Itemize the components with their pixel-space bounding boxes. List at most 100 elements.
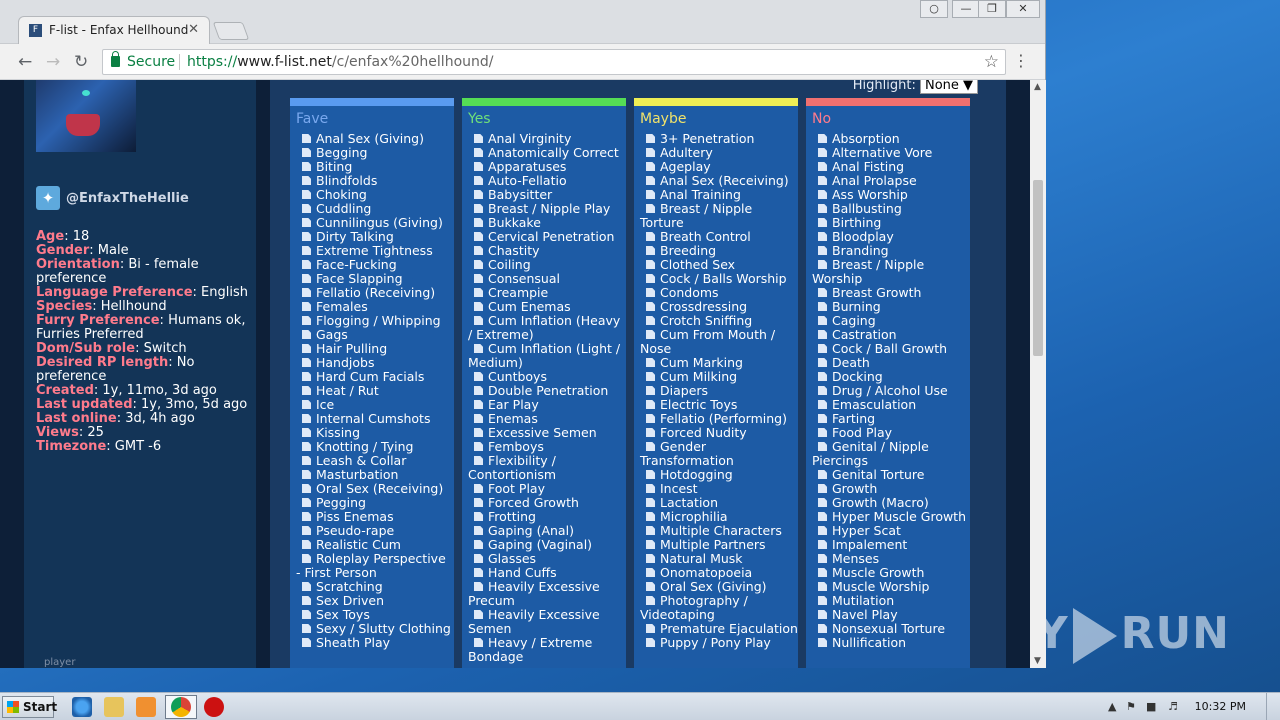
- kink-item[interactable]: Genital / Nipple Piercings: [806, 440, 970, 468]
- kink-item[interactable]: Piss Enemas: [290, 510, 454, 524]
- kink-item[interactable]: Muscle Worship: [806, 580, 970, 594]
- kink-item[interactable]: Microphilia: [634, 510, 798, 524]
- kink-item[interactable]: Heavily Excessive Precum: [462, 580, 626, 608]
- kink-item[interactable]: Hotdogging: [634, 468, 798, 482]
- kink-item[interactable]: Knotting / Tying: [290, 440, 454, 454]
- kink-item[interactable]: Alternative Vore: [806, 146, 970, 160]
- kink-item[interactable]: Cum From Mouth / Nose: [634, 328, 798, 356]
- media-player-icon[interactable]: [136, 697, 156, 717]
- close-window-button[interactable]: ✕: [1006, 0, 1040, 18]
- kink-item[interactable]: Glasses: [462, 552, 626, 566]
- kink-item[interactable]: Bloodplay: [806, 230, 970, 244]
- kink-item[interactable]: Flogging / Whipping: [290, 314, 454, 328]
- kink-item[interactable]: Multiple Partners: [634, 538, 798, 552]
- kink-item[interactable]: Castration: [806, 328, 970, 342]
- kink-item[interactable]: Breeding: [634, 244, 798, 258]
- kink-item[interactable]: Mutilation: [806, 594, 970, 608]
- kink-item[interactable]: Gaping (Anal): [462, 524, 626, 538]
- kink-item[interactable]: Birthing: [806, 216, 970, 230]
- kink-item[interactable]: Hand Cuffs: [462, 566, 626, 580]
- kink-item[interactable]: Hard Cum Facials: [290, 370, 454, 384]
- kink-item[interactable]: Femboys: [462, 440, 626, 454]
- kink-item[interactable]: Babysitter: [462, 188, 626, 202]
- kink-item[interactable]: Nullification: [806, 636, 970, 650]
- twitter-handle[interactable]: @EnfaxTheHellie: [66, 191, 189, 206]
- kink-item[interactable]: Begging: [290, 146, 454, 160]
- kink-item[interactable]: Gender Transformation: [634, 440, 798, 468]
- kink-item[interactable]: Menses: [806, 552, 970, 566]
- kink-item[interactable]: Pseudo-rape: [290, 524, 454, 538]
- kink-item[interactable]: Ass Worship: [806, 188, 970, 202]
- kink-item[interactable]: Adultery: [634, 146, 798, 160]
- kink-item[interactable]: Breast / Nipple Torture: [634, 202, 798, 230]
- kink-item[interactable]: Chastity: [462, 244, 626, 258]
- kink-item[interactable]: Heavy / Extreme Bondage: [462, 636, 626, 664]
- kink-item[interactable]: Frotting: [462, 510, 626, 524]
- kink-item[interactable]: Cervical Penetration: [462, 230, 626, 244]
- kink-item[interactable]: Face Slapping: [290, 272, 454, 286]
- kink-item[interactable]: Drug / Alcohol Use: [806, 384, 970, 398]
- scroll-up-icon[interactable]: ▲: [1034, 82, 1041, 92]
- kink-item[interactable]: Ear Play: [462, 398, 626, 412]
- kink-item[interactable]: Forced Growth: [462, 496, 626, 510]
- kink-item[interactable]: Cuddling: [290, 202, 454, 216]
- kink-item[interactable]: Oral Sex (Receiving): [290, 482, 454, 496]
- file-explorer-icon[interactable]: [104, 697, 124, 717]
- flag-icon[interactable]: ⚑: [1126, 700, 1138, 713]
- kink-item[interactable]: Consensual: [462, 272, 626, 286]
- kink-item[interactable]: Females: [290, 300, 454, 314]
- kink-item[interactable]: Extreme Tightness: [290, 244, 454, 258]
- volume-icon[interactable]: ♬: [1168, 700, 1180, 713]
- kink-item[interactable]: Coiling: [462, 258, 626, 272]
- kink-item[interactable]: Anal Sex (Giving): [290, 132, 454, 146]
- kink-item[interactable]: Anal Training: [634, 188, 798, 202]
- bookmark-star-icon[interactable]: ☆: [984, 50, 999, 74]
- scroll-thumb[interactable]: [1033, 180, 1043, 356]
- kink-item[interactable]: Death: [806, 356, 970, 370]
- clock[interactable]: 10:32 PM: [1195, 700, 1246, 713]
- kink-item[interactable]: Scratching: [290, 580, 454, 594]
- twitter-link[interactable]: ✦ @EnfaxTheHellie: [36, 186, 189, 210]
- kink-item[interactable]: Impalement: [806, 538, 970, 552]
- kink-item[interactable]: Cunnilingus (Giving): [290, 216, 454, 230]
- back-arrow-icon[interactable]: ←: [18, 52, 32, 72]
- kink-item[interactable]: Breast / Nipple Play: [462, 202, 626, 216]
- kink-item[interactable]: 3+ Penetration: [634, 132, 798, 146]
- kink-item[interactable]: Crossdressing: [634, 300, 798, 314]
- kink-item[interactable]: Pegging: [290, 496, 454, 510]
- kink-item[interactable]: Anal Sex (Receiving): [634, 174, 798, 188]
- kink-item[interactable]: Ballbusting: [806, 202, 970, 216]
- forward-arrow-icon[interactable]: →: [46, 52, 60, 72]
- kink-item[interactable]: Anatomically Correct: [462, 146, 626, 160]
- kink-item[interactable]: Double Penetration: [462, 384, 626, 398]
- kink-item[interactable]: Apparatuses: [462, 160, 626, 174]
- kink-item[interactable]: Foot Play: [462, 482, 626, 496]
- kink-item[interactable]: Fellatio (Performing): [634, 412, 798, 426]
- kink-item[interactable]: Oral Sex (Giving): [634, 580, 798, 594]
- minimize-button[interactable]: —: [952, 0, 980, 18]
- kink-item[interactable]: Diapers: [634, 384, 798, 398]
- page-scrollbar[interactable]: ▲ ▼: [1030, 80, 1046, 668]
- kink-item[interactable]: Dirty Talking: [290, 230, 454, 244]
- kink-item[interactable]: Internal Cumshots: [290, 412, 454, 426]
- kink-item[interactable]: Cock / Balls Worship: [634, 272, 798, 286]
- kink-item[interactable]: Sheath Play: [290, 636, 454, 650]
- kink-item[interactable]: Ageplay: [634, 160, 798, 174]
- reload-icon[interactable]: ↻: [74, 52, 88, 72]
- kink-item[interactable]: Branding: [806, 244, 970, 258]
- kink-item[interactable]: Onomatopoeia: [634, 566, 798, 580]
- kink-item[interactable]: Anal Fisting: [806, 160, 970, 174]
- kink-item[interactable]: Absorption: [806, 132, 970, 146]
- kink-item[interactable]: Cum Inflation (Heavy / Extreme): [462, 314, 626, 342]
- kink-item[interactable]: Breath Control: [634, 230, 798, 244]
- stop-icon[interactable]: [204, 697, 224, 717]
- kink-item[interactable]: Breast / Nipple Worship: [806, 258, 970, 286]
- tab-close-icon[interactable]: ✕: [188, 22, 199, 37]
- kink-item[interactable]: Food Play: [806, 426, 970, 440]
- network-icon[interactable]: ■: [1146, 700, 1158, 713]
- kink-item[interactable]: Muscle Growth: [806, 566, 970, 580]
- kink-item[interactable]: Creampie: [462, 286, 626, 300]
- kink-item[interactable]: Emasculation: [806, 398, 970, 412]
- kink-item[interactable]: Heat / Rut: [290, 384, 454, 398]
- start-button[interactable]: Start: [2, 696, 57, 718]
